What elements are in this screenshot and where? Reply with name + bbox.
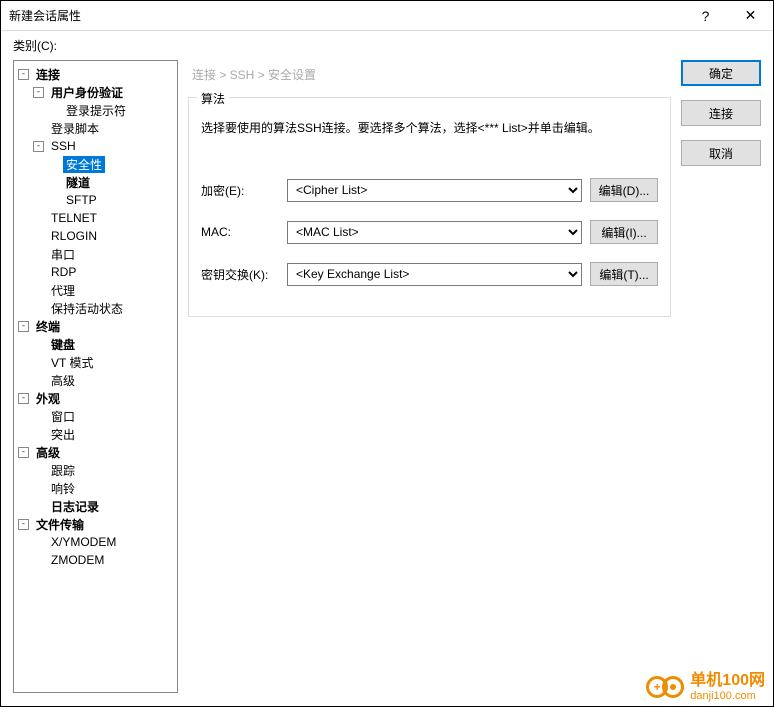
content-area: 连接 > SSH > 安全设置 算法 选择要使用的算法SSH连接。要选择多个算法… <box>188 60 761 693</box>
tree-item-label: ZMODEM <box>48 553 107 567</box>
tree-item[interactable]: -外观 <box>14 389 177 407</box>
cancel-button[interactable]: 取消 <box>681 140 761 166</box>
watermark-url: danji100.com <box>690 690 765 702</box>
tree-item-label: 突出 <box>48 426 78 443</box>
tree-item[interactable]: 登录提示符 <box>14 101 177 119</box>
tree-item-label: SFTP <box>63 193 100 207</box>
tree-item-label: SSH <box>48 139 79 153</box>
tree-item[interactable]: 登录脚本 <box>14 119 177 137</box>
tree-item[interactable]: TELNET <box>14 209 177 227</box>
tree-item[interactable]: 键盘 <box>14 335 177 353</box>
tree-item-label: 用户身份验证 <box>48 84 126 101</box>
algorithm-select[interactable]: <Key Exchange List> <box>287 263 582 286</box>
form-row: 密钥交换(K): <Key Exchange List> 编辑(T)... <box>201 262 658 286</box>
tree-item[interactable]: 安全性 <box>14 155 177 173</box>
tree-item[interactable]: 代理 <box>14 281 177 299</box>
edit-button[interactable]: 编辑(T)... <box>590 262 658 286</box>
tree-item-label: 登录提示符 <box>63 102 129 119</box>
breadcrumb: 连接 > SSH > 安全设置 <box>188 60 671 93</box>
tree-item[interactable]: 日志记录 <box>14 497 177 515</box>
settings-panel: 连接 > SSH > 安全设置 算法 选择要使用的算法SSH连接。要选择多个算法… <box>188 60 671 693</box>
form-label: 加密(E): <box>201 182 279 199</box>
tree-item-label: 窗口 <box>48 408 78 425</box>
tree-item-label: RLOGIN <box>48 229 100 243</box>
tree-item[interactable]: 高级 <box>14 371 177 389</box>
collapse-icon[interactable]: - <box>18 321 29 332</box>
form-row: MAC: <MAC List> 编辑(I)... <box>201 220 658 244</box>
help-button[interactable]: ? <box>683 1 728 31</box>
tree-item-label: 代理 <box>48 282 78 299</box>
window-title: 新建会话属性 <box>9 7 683 24</box>
tree-item[interactable]: 响铃 <box>14 479 177 497</box>
algorithm-select[interactable]: <MAC List> <box>287 221 582 244</box>
form-label: MAC: <box>201 225 279 239</box>
algorithm-group: 算法 选择要使用的算法SSH连接。要选择多个算法，选择<*** List>并单击… <box>188 97 671 317</box>
tree-item-label: 连接 <box>33 66 63 83</box>
close-button[interactable]: ✕ <box>728 1 773 31</box>
tree-item-label: 高级 <box>48 372 78 389</box>
collapse-icon[interactable]: - <box>18 447 29 458</box>
tree-item[interactable]: -连接 <box>14 65 177 83</box>
tree-item-label: 保持活动状态 <box>48 300 126 317</box>
category-tree[interactable]: -连接-用户身份验证登录提示符登录脚本-SSH安全性隧道SFTPTELNETRL… <box>13 60 178 693</box>
tree-item-label: 高级 <box>33 444 63 461</box>
tree-item[interactable]: 保持活动状态 <box>14 299 177 317</box>
tree-item-label: TELNET <box>48 211 100 225</box>
watermark: + 单机100网 danji100.com <box>646 672 765 702</box>
title-bar: 新建会话属性 ? ✕ <box>1 1 773 31</box>
tree-item-label: 键盘 <box>48 336 78 353</box>
tree-item-label: 安全性 <box>63 156 105 173</box>
edit-button[interactable]: 编辑(I)... <box>590 220 658 244</box>
tree-item-label: 文件传输 <box>33 516 87 533</box>
tree-item[interactable]: 串口 <box>14 245 177 263</box>
tree-item[interactable]: VT 模式 <box>14 353 177 371</box>
ok-button[interactable]: 确定 <box>681 60 761 86</box>
tree-item[interactable]: -终端 <box>14 317 177 335</box>
tree-item-label: 登录脚本 <box>48 120 102 137</box>
tree-item[interactable]: -高级 <box>14 443 177 461</box>
group-help-text: 选择要使用的算法SSH连接。要选择多个算法，选择<*** List>并单击编辑。 <box>201 119 658 138</box>
tree-item[interactable]: SFTP <box>14 191 177 209</box>
tree-item[interactable]: ZMODEM <box>14 551 177 569</box>
tree-item[interactable]: 窗口 <box>14 407 177 425</box>
tree-item[interactable]: 突出 <box>14 425 177 443</box>
category-label: 类别(C): <box>1 31 773 60</box>
main-area: -连接-用户身份验证登录提示符登录脚本-SSH安全性隧道SFTPTELNETRL… <box>1 60 773 705</box>
tree-item-label: 跟踪 <box>48 462 78 479</box>
tree-item[interactable]: 跟踪 <box>14 461 177 479</box>
dialog-buttons: 确定 连接 取消 <box>681 60 761 693</box>
tree-item[interactable]: RLOGIN <box>14 227 177 245</box>
collapse-icon[interactable]: - <box>18 69 29 80</box>
watermark-logo-icon: + <box>646 676 684 698</box>
algorithm-select[interactable]: <Cipher List> <box>287 179 582 202</box>
form-label: 密钥交换(K): <box>201 266 279 283</box>
tree-item-label: RDP <box>48 265 79 279</box>
tree-item[interactable]: -SSH <box>14 137 177 155</box>
edit-button[interactable]: 编辑(D)... <box>590 178 658 202</box>
tree-item-label: 响铃 <box>48 480 78 497</box>
tree-item[interactable]: -文件传输 <box>14 515 177 533</box>
tree-item[interactable]: X/YMODEM <box>14 533 177 551</box>
tree-item-label: 外观 <box>33 390 63 407</box>
tree-item[interactable]: -用户身份验证 <box>14 83 177 101</box>
tree-item-label: 隧道 <box>63 174 93 191</box>
watermark-text: 单机100网 <box>690 672 765 690</box>
tree-item[interactable]: RDP <box>14 263 177 281</box>
form-row: 加密(E): <Cipher List> 编辑(D)... <box>201 178 658 202</box>
collapse-icon[interactable]: - <box>33 141 44 152</box>
tree-item-label: 日志记录 <box>48 498 102 515</box>
tree-item-label: X/YMODEM <box>48 535 119 549</box>
group-title: 算法 <box>197 90 229 107</box>
tree-item-label: 串口 <box>48 246 78 263</box>
collapse-icon[interactable]: - <box>18 393 29 404</box>
collapse-icon[interactable]: - <box>18 519 29 530</box>
connect-button[interactable]: 连接 <box>681 100 761 126</box>
collapse-icon[interactable]: - <box>33 87 44 98</box>
tree-item[interactable]: 隧道 <box>14 173 177 191</box>
tree-item-label: VT 模式 <box>48 354 96 371</box>
tree-item-label: 终端 <box>33 318 63 335</box>
